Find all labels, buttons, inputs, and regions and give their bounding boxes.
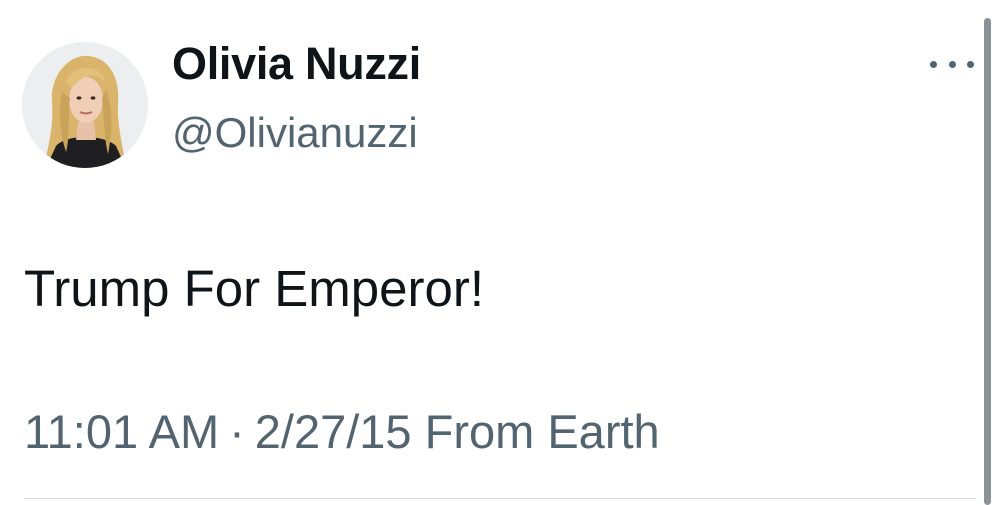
avatar-photo-icon <box>22 42 148 168</box>
author-handle[interactable]: @Olivianuzzi <box>172 109 418 157</box>
scrollbar[interactable] <box>984 18 991 505</box>
avatar[interactable] <box>22 42 148 168</box>
more-dot <box>948 60 956 68</box>
tweet-source: From Earth <box>424 405 660 458</box>
more-options-icon[interactable] <box>930 52 974 76</box>
meta-separator: · <box>229 405 245 458</box>
more-dot <box>967 60 974 68</box>
tweet-time[interactable]: 11:01 AM <box>24 405 219 458</box>
author-display-name[interactable]: Olivia Nuzzi <box>172 38 421 90</box>
more-dot <box>930 60 937 68</box>
tweet-text: Trump For Emperor! <box>24 260 485 317</box>
tweet-metadata: 11:01 AM · 2/27/15 From Earth <box>24 404 660 459</box>
tweet-card: Olivia Nuzzi @Olivianuzzi Trump For Empe… <box>0 0 1000 505</box>
divider <box>24 498 976 499</box>
tweet-date[interactable]: 2/27/15 <box>255 405 412 458</box>
